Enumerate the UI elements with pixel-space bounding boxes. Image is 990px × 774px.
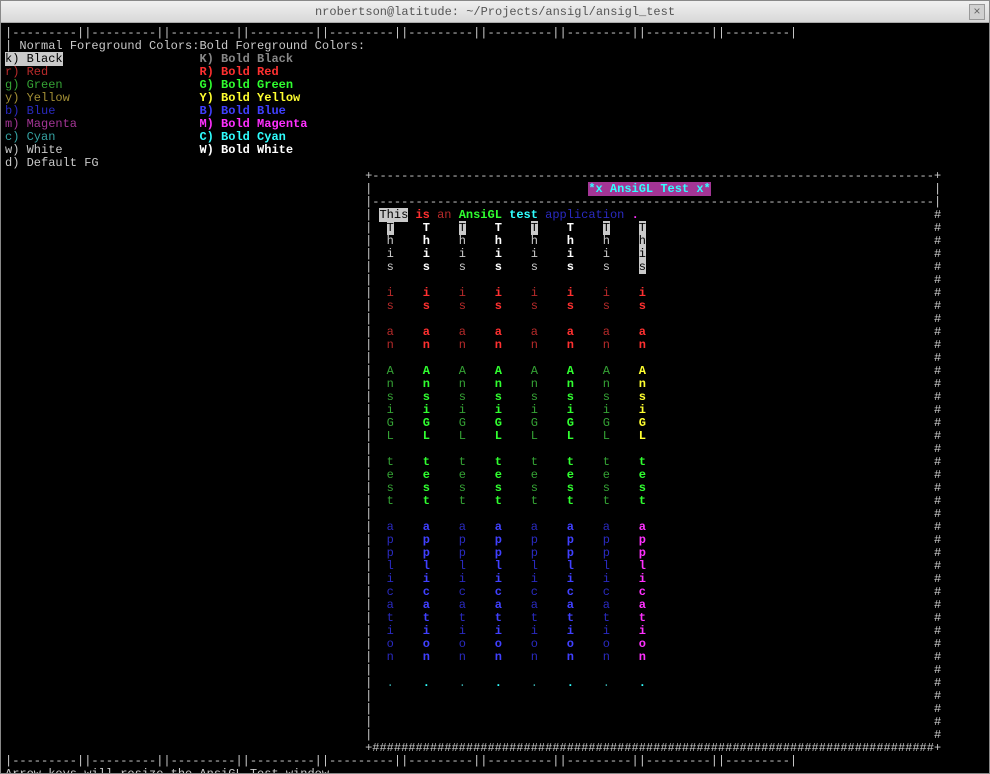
sentence-word-3: AnsiGL [459,208,502,222]
bold-color-K: K) Bold Black [199,52,293,66]
bold-color-C: C) Bold Cyan [199,130,285,144]
normal-color-g: g) Green [5,78,199,92]
sentence-word-1: is [415,208,429,222]
terminal-window: nrobertson@latitude: ~/Projects/ansigl/a… [0,0,990,774]
sentence-word-4: test [509,208,538,222]
bold-color-R: R) Bold Red [199,65,278,79]
sentence-word-2: an [437,208,451,222]
normal-color-d: d) Default FG [5,156,199,170]
ansigl-test-box: +---------------------------------------… [5,170,985,755]
normal-color-c: c) Cyan [5,130,199,144]
normal-color-r: r) Red [5,65,199,79]
window-title: nrobertson@latitude: ~/Projects/ansigl/a… [315,5,675,19]
help-line-0: Arrow keys will resize the AnsiGL Test w… [5,768,985,773]
bold-color-G: G) Bold Green [199,78,293,92]
sentence-word-5: application [545,208,624,222]
normal-color-w: w) White [5,143,199,157]
help-text: Arrow keys will resize the AnsiGL Test w… [5,768,985,773]
terminal-content: |---------||---------||---------||------… [1,23,989,773]
normal-color-b: b) Blue [5,104,199,118]
color-legend: | Normal Foreground Colors:Bold Foregrou… [5,40,985,170]
bold-color-B: B) Bold Blue [199,104,285,118]
normal-color-y: y) Yellow [5,91,199,105]
bold-color-Y: Y) Bold Yellow [199,91,300,105]
normal-colors-header: Normal Foreground Colors: [19,39,199,53]
bold-color-W: W) Bold White [199,143,293,157]
close-icon[interactable]: × [969,4,985,20]
normal-color-k: k) Black [5,52,63,66]
test-window-title: *x AnsiGL Test x* [588,182,710,196]
bold-color-M: M) Bold Magenta [199,117,307,131]
normal-color-m: m) Magenta [5,117,199,131]
sentence-word-0: This [379,208,408,222]
titlebar: nrobertson@latitude: ~/Projects/ansigl/a… [1,1,989,23]
bold-colors-header: Bold Foreground Colors: [199,39,365,53]
sentence-word-6: . [632,208,639,222]
